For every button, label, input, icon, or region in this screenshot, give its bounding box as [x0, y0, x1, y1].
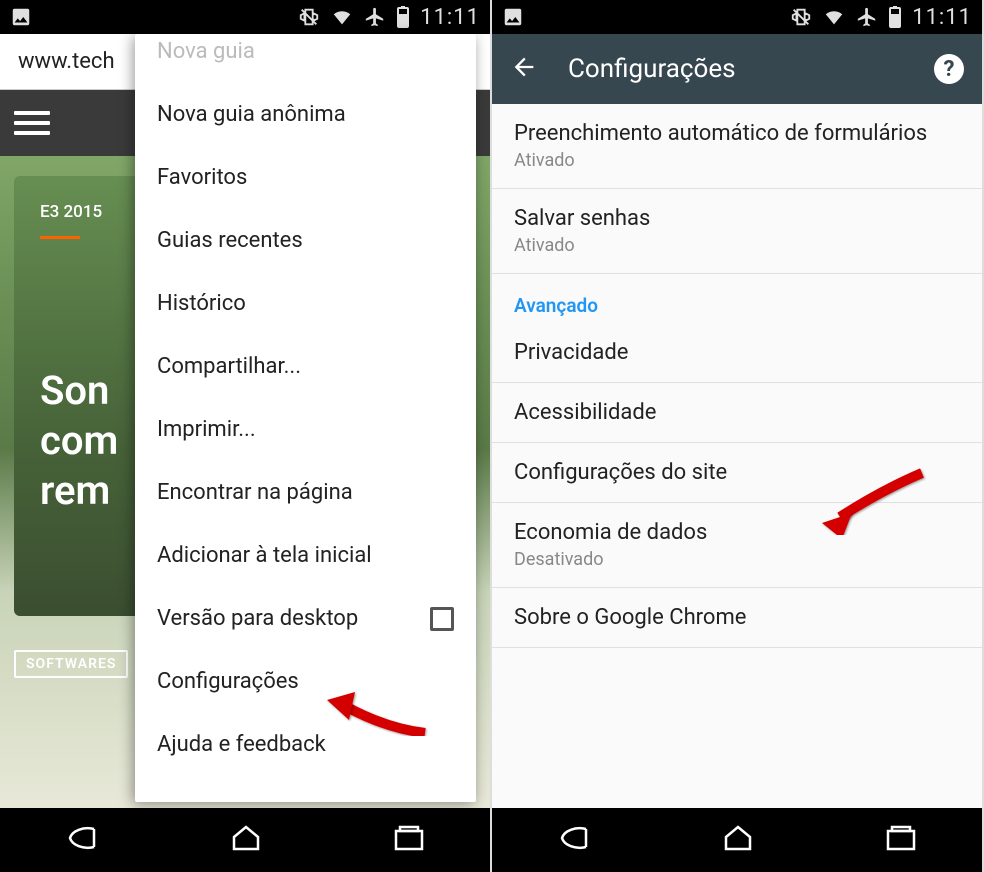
menu-item-incognito[interactable]: Nova guia anônima: [135, 83, 476, 146]
status-bar: 11:11: [492, 0, 982, 34]
clock: 11:11: [420, 5, 480, 30]
item-title: Sobre o Google Chrome: [514, 605, 960, 630]
settings-toolbar: Configurações ?: [492, 34, 982, 104]
menu-item-label: Versão para desktop: [157, 606, 358, 631]
item-title: Acessibilidade: [514, 400, 960, 425]
image-icon: [502, 6, 524, 28]
item-title: Salvar senhas: [514, 206, 960, 231]
menu-item-new-tab-faded[interactable]: Nova guia: [135, 34, 476, 83]
settings-item-data-saver[interactable]: Economia de dados Desativado: [492, 503, 982, 588]
battery-icon: [396, 5, 410, 29]
home-nav-icon[interactable]: [720, 823, 756, 857]
settings-list: Preenchimento automático de formulários …: [492, 104, 982, 808]
wifi-icon: [330, 6, 354, 28]
help-icon[interactable]: ?: [934, 54, 964, 84]
home-nav-icon[interactable]: [228, 823, 264, 857]
settings-item-site-settings[interactable]: Configurações do site: [492, 443, 982, 503]
section-header-advanced: Avançado: [492, 274, 982, 323]
vibrate-icon: [790, 6, 812, 28]
vibrate-icon: [298, 6, 320, 28]
menu-item-print[interactable]: Imprimir...: [135, 398, 476, 461]
tag-underline: [40, 236, 80, 239]
settings-item-accessibility[interactable]: Acessibilidade: [492, 383, 982, 443]
settings-item-about[interactable]: Sobre o Google Chrome: [492, 588, 982, 648]
airplane-icon: [856, 6, 878, 28]
item-title: Privacidade: [514, 340, 960, 365]
back-nav-icon[interactable]: [556, 823, 592, 857]
phone-right: 11:11 Configurações ? Preenchimento auto…: [492, 0, 984, 872]
menu-item-add-homescreen[interactable]: Adicionar à tela inicial: [135, 524, 476, 587]
android-nav-bar: [0, 808, 490, 872]
recent-nav-icon[interactable]: [884, 823, 918, 857]
android-nav-bar: [492, 808, 982, 872]
menu-item-bookmarks[interactable]: Favoritos: [135, 146, 476, 209]
recent-nav-icon[interactable]: [392, 823, 426, 857]
item-title: Preenchimento automático de formulários: [514, 121, 960, 146]
hamburger-icon[interactable]: [14, 105, 50, 141]
item-title: Configurações do site: [514, 460, 960, 485]
back-arrow-icon[interactable]: [510, 53, 538, 85]
status-bar: 11:11: [0, 0, 490, 34]
back-nav-icon[interactable]: [64, 823, 100, 857]
item-subtitle: Desativado: [514, 549, 960, 570]
menu-item-share[interactable]: Compartilhar...: [135, 335, 476, 398]
url-text: www.tech: [18, 49, 115, 74]
phone-left: 11:11 www.tech E3 2015 Son com rem SOFTW…: [0, 0, 492, 872]
menu-item-settings[interactable]: Configurações: [135, 650, 476, 713]
item-subtitle: Ativado: [514, 235, 960, 256]
airplane-icon: [364, 6, 386, 28]
chrome-overflow-menu: Nova guia Nova guia anônima Favoritos Gu…: [135, 34, 476, 802]
clock: 11:11: [912, 5, 972, 30]
image-icon: [10, 6, 32, 28]
battery-icon: [888, 5, 902, 29]
item-subtitle: Ativado: [514, 150, 960, 171]
settings-item-privacy[interactable]: Privacidade: [492, 323, 982, 383]
settings-title: Configurações: [568, 54, 904, 84]
checkbox-icon[interactable]: [430, 607, 454, 631]
menu-item-help[interactable]: Ajuda e feedback: [135, 713, 476, 776]
article-title: Son com rem: [40, 366, 118, 516]
menu-item-recent-tabs[interactable]: Guias recentes: [135, 209, 476, 272]
menu-item-history[interactable]: Histórico: [135, 272, 476, 335]
menu-item-desktop-site[interactable]: Versão para desktop: [135, 587, 476, 650]
item-title: Economia de dados: [514, 520, 960, 545]
menu-item-find[interactable]: Encontrar na página: [135, 461, 476, 524]
settings-item-passwords[interactable]: Salvar senhas Ativado: [492, 189, 982, 274]
softwares-badge: SOFTWARES: [14, 650, 128, 678]
wifi-icon: [822, 6, 846, 28]
settings-item-autofill[interactable]: Preenchimento automático de formulários …: [492, 104, 982, 189]
